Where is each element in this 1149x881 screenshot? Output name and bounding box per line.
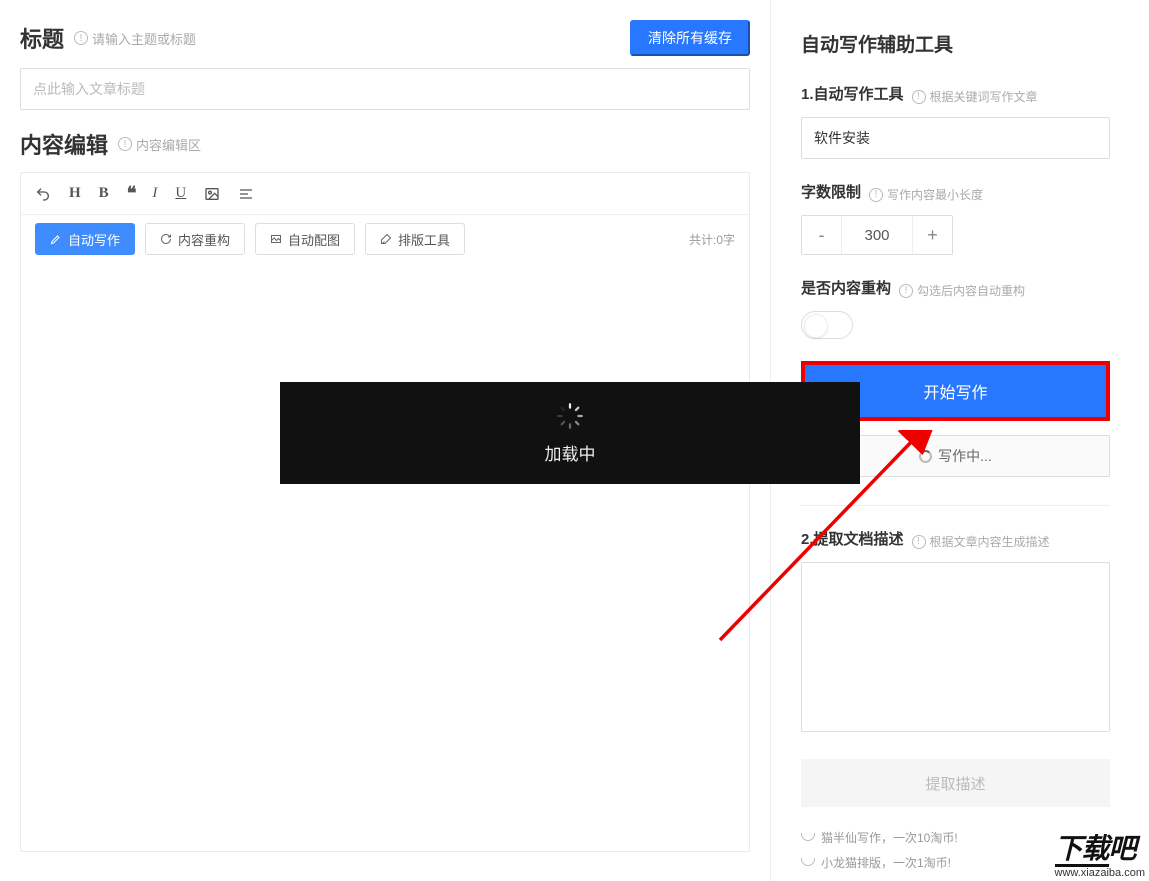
restructure-hint: ! 勾选后内容自动重构 <box>899 282 1025 299</box>
word-count: 共计:0字 <box>689 231 735 248</box>
spinner-icon <box>556 402 584 430</box>
content-hint: ! 内容编辑区 <box>118 135 201 154</box>
info-icon: ! <box>912 90 926 104</box>
quote-icon[interactable]: ❝ <box>127 183 135 204</box>
restructure-button[interactable]: 内容重构 <box>145 223 245 255</box>
restructure-label: 是否内容重构 <box>801 277 891 298</box>
loading-text: 加载中 <box>545 440 596 465</box>
image-icon[interactable] <box>204 186 220 202</box>
keyword-input[interactable] <box>801 117 1110 159</box>
title-heading: 标题 <box>20 22 64 54</box>
stepper-increment[interactable]: + <box>912 216 952 254</box>
align-icon[interactable] <box>238 186 254 202</box>
stepper-value: 300 <box>842 216 912 254</box>
content-heading: 内容编辑 <box>20 128 108 160</box>
stepper-decrement[interactable]: - <box>802 216 842 254</box>
clear-cache-button[interactable]: 清除所有缓存 <box>630 20 750 56</box>
restructure-toggle[interactable] <box>801 311 853 339</box>
loading-icon <box>919 450 932 463</box>
editor-panel: H B ❝ I U 自动写作 内容重构 <box>20 172 750 852</box>
bold-icon[interactable]: B <box>99 185 109 202</box>
word-limit-stepper: - 300 + <box>801 215 953 255</box>
bowl-icon <box>801 833 815 841</box>
info-icon: ! <box>899 284 913 298</box>
auto-image-button[interactable]: 自动配图 <box>255 223 355 255</box>
word-limit-hint: ! 写作内容最小长度 <box>869 186 983 203</box>
section2-label: 2.提取文档描述 <box>801 528 904 549</box>
description-textarea[interactable] <box>801 562 1110 732</box>
info-icon: ! <box>118 137 132 151</box>
loading-overlay: 加载中 <box>280 382 860 484</box>
section1-hint: ! 根据关键词写作文章 <box>912 88 1038 105</box>
editor-content[interactable] <box>21 263 749 823</box>
info-icon: ! <box>74 31 88 45</box>
italic-icon[interactable]: I <box>152 185 157 202</box>
title-hint: ! 请输入主题或标题 <box>74 29 196 48</box>
auto-write-button[interactable]: 自动写作 <box>35 223 135 255</box>
layout-tool-button[interactable]: 排版工具 <box>365 223 465 255</box>
article-title-input[interactable] <box>20 68 750 110</box>
sidebar-title: 自动写作辅助工具 <box>801 30 1110 57</box>
section2-hint: ! 根据文章内容生成描述 <box>912 533 1050 550</box>
undo-icon[interactable] <box>35 186 51 202</box>
watermark: 下载吧 www.xiazaiba.com <box>1049 827 1149 881</box>
info-icon: ! <box>869 188 883 202</box>
bowl-icon <box>801 858 815 866</box>
extract-description-button[interactable]: 提取描述 <box>801 759 1110 807</box>
section1-label: 1.自动写作工具 <box>801 83 904 104</box>
heading-icon[interactable]: H <box>69 185 81 202</box>
info-icon: ! <box>912 535 926 549</box>
word-limit-label: 字数限制 <box>801 181 861 202</box>
underline-icon[interactable]: U <box>175 185 186 202</box>
